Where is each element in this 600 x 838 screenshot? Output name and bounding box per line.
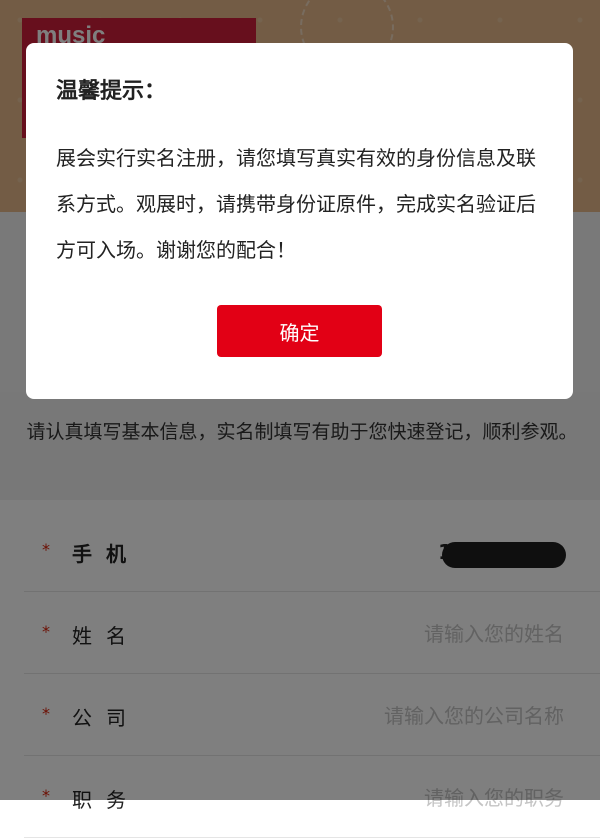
dialog-message: 展会实行实名注册，请您填写真实有效的身份信息及联系方式。观展时，请携带身份证原件… bbox=[56, 146, 536, 262]
confirm-button[interactable]: 确定 bbox=[217, 305, 382, 357]
notice-dialog: 温馨提示： 展会实行实名注册，请您填写真实有效的身份信息及联系方式。观展时，请携… bbox=[26, 43, 573, 399]
dialog-title: 温馨提示： bbox=[56, 79, 167, 104]
